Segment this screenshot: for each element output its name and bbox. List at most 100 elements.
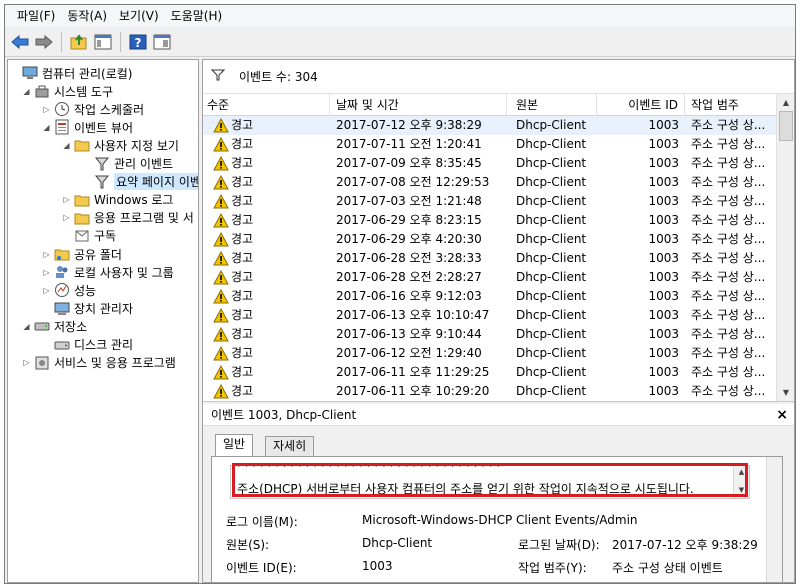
expanded-arrow-icon[interactable]: ◢ [22,322,31,331]
help-icon[interactable]: ? [127,31,149,53]
table-row[interactable]: 경고 2017-06-12 오전 1:29:40 Dhcp-Client 1003 주소… [203,344,776,363]
tree-item[interactable]: 장치 관리자 [42,299,133,317]
source-value: Dhcp-Client [362,536,433,550]
column-header-datetime[interactable]: 날짜 및 시간 [330,94,507,116]
column-header-source[interactable]: 원본 [507,94,597,116]
tree-item-label: 로컬 사용자 및 그룹 [74,265,174,280]
event-description-box[interactable]: · · · · · · · · · · · · · · · · · · · · … [230,465,750,499]
tree-item-label: 컴퓨터 관리(로컬) [42,66,133,81]
tree-item[interactable]: ▷ Windows 로그 [62,191,173,209]
collapsed-arrow-icon[interactable]: ▷ [42,105,51,114]
menu-help[interactable]: 도움말(H) [165,6,229,26]
scrollbar-thumb[interactable] [779,111,793,141]
filter-icon[interactable] [210,69,226,84]
warning-icon [213,384,229,399]
scroll-down-arrow-icon[interactable]: ▼ [777,384,794,401]
collapsed-arrow-icon[interactable]: ▷ [42,250,51,259]
show-hide-console-tree-icon[interactable] [92,31,114,53]
source-cell: Dhcp-Client [516,327,587,341]
table-row[interactable]: 경고 2017-06-11 오후 11:29:25 Dhcp-Client 1003 주… [203,363,776,382]
source-cell: Dhcp-Client [516,365,587,379]
tree-item[interactable]: ▷ 서비스 및 응용 프로그램 [22,354,176,372]
source-cell: Dhcp-Client [516,232,587,246]
warning-icon [213,175,229,190]
event-id-cell: 1003 [648,270,679,284]
detail-panel-scrollbar[interactable] [766,457,782,582]
expanded-arrow-icon[interactable]: ◢ [62,141,71,150]
collapsed-arrow-icon[interactable]: ▷ [42,268,51,277]
source-cell: Dhcp-Client [516,308,587,322]
tree-item[interactable]: ▷ 로컬 사용자 및 그룹 [42,263,174,281]
no-arrow [82,177,91,186]
table-row[interactable]: 경고 2017-07-08 오전 12:29:53 Dhcp-Client 1003 주… [203,173,776,192]
expanded-arrow-icon[interactable]: ◢ [42,123,51,132]
tree-item[interactable]: ◢ 시스템 도구 [22,82,113,100]
menu-view[interactable]: 보기(V) [113,6,165,26]
expanded-arrow-icon[interactable]: ◢ [22,87,31,96]
level-cell: 경고 [213,211,323,230]
warning-icon [213,156,229,171]
scroll-up-arrow-icon[interactable]: ▲ [777,94,794,111]
table-row[interactable]: 경고 2017-06-28 오전 3:28:33 Dhcp-Client 1003 주소… [203,249,776,268]
back-arrow-icon[interactable] [9,31,31,53]
tree-item[interactable]: ◢ 사용자 지정 보기 [62,136,179,154]
event-id-value: 1003 [362,559,393,573]
level-text: 경고 [231,327,254,341]
column-header-task-category[interactable]: 작업 범주 [685,94,776,116]
datetime-cell: 2017-07-03 오전 1:21:48 [336,194,482,208]
table-row[interactable]: 경고 2017-06-28 오전 2:28:27 Dhcp-Client 1003 주소… [203,268,776,287]
show-hide-action-pane-icon[interactable] [151,31,173,53]
table-row[interactable]: 경고 2017-06-16 오후 9:12:03 Dhcp-Client 1003 주소… [203,287,776,306]
datetime-cell: 2017-07-11 오전 1:20:41 [336,137,482,151]
forward-arrow-icon[interactable] [33,31,55,53]
level-cell: 경고 [213,325,323,344]
task-category-cell: 주소 구성 상... [691,232,766,246]
table-row[interactable]: 경고 2017-06-13 오후 9:10:44 Dhcp-Client 1003 주소… [203,325,776,344]
table-row[interactable]: 경고 2017-07-11 오전 1:20:41 Dhcp-Client 1003 주소… [203,135,776,154]
description-scroll-down-icon[interactable]: ▼ [734,484,749,496]
tree-item-label: 디스크 관리 [74,338,134,352]
description-scrollbar[interactable]: ▲ ▼ [733,466,749,498]
source-cell: Dhcp-Client [516,251,587,265]
collapsed-arrow-icon[interactable]: ▷ [62,195,71,204]
folder-icon [74,210,90,226]
tree-item[interactable]: ◢ 이벤트 뷰어 [42,118,133,136]
tree-item[interactable]: 구독 [62,227,116,245]
table-row[interactable]: 경고 2017-06-13 오후 10:10:47 Dhcp-Client 1003 주… [203,306,776,325]
table-row[interactable]: 경고 2017-07-12 오후 9:38:29 Dhcp-Client 1003 주소… [203,116,776,135]
table-row[interactable]: 경고 2017-06-29 오후 8:23:15 Dhcp-Client 1003 주소… [203,211,776,230]
level-text: 경고 [231,384,254,398]
tab-general[interactable]: 일반 [215,434,254,456]
tree-item[interactable]: ▷ 응용 프로그램 및 서 [62,209,193,227]
level-text: 경고 [231,213,254,227]
table-row[interactable]: 경고 2017-07-03 오전 1:21:48 Dhcp-Client 1003 주소… [203,192,776,211]
tree-item[interactable]: ▷ 성능 [42,281,96,299]
column-header-event-id[interactable]: 이벤트 ID [597,94,685,116]
description-scroll-up-icon[interactable]: ▲ [734,466,749,478]
collapsed-arrow-icon[interactable]: ▷ [42,286,51,295]
tree-item[interactable]: ▷ 작업 스케줄러 [42,100,144,118]
menu-action[interactable]: 동작(A) [61,6,113,26]
tree-item[interactable]: 요약 페이지 이벤트 [82,173,198,191]
event-id-cell: 1003 [648,232,679,246]
tree-item[interactable]: 디스크 관리 [42,336,133,354]
table-row[interactable]: 경고 2017-06-29 오후 4:20:30 Dhcp-Client 1003 주소… [203,230,776,249]
task-category-cell: 주소 구성 상... [691,118,766,132]
close-icon[interactable]: × [776,404,788,426]
collapsed-arrow-icon[interactable]: ▷ [62,213,71,222]
task-category-cell: 주소 구성 상... [691,289,766,303]
column-header-level[interactable]: 수준 [203,94,330,116]
tree-item[interactable]: 관리 이벤트 [82,155,173,173]
tree-item[interactable]: ◢ 저장소 [22,317,87,335]
table-row[interactable]: 경고 2017-06-11 오후 10:29:20 Dhcp-Client 1003 주… [203,382,776,401]
tab-details[interactable]: 자세히 [265,436,315,456]
menu-file[interactable]: 파일(F) [11,6,61,26]
tree-item[interactable]: ▷ 공유 폴더 [42,245,122,263]
level-text: 경고 [231,194,254,208]
table-row[interactable]: 경고 2017-07-09 오후 8:35:45 Dhcp-Client 1003 주소… [203,154,776,173]
up-folder-icon[interactable] [68,31,90,53]
tree-item[interactable]: 컴퓨터 관리(로컬) [10,64,132,82]
tree-item-label: Windows 로그 [94,193,174,208]
event-list-scrollbar[interactable]: ▲ ▼ [776,94,794,401]
collapsed-arrow-icon[interactable]: ▷ [22,358,31,367]
